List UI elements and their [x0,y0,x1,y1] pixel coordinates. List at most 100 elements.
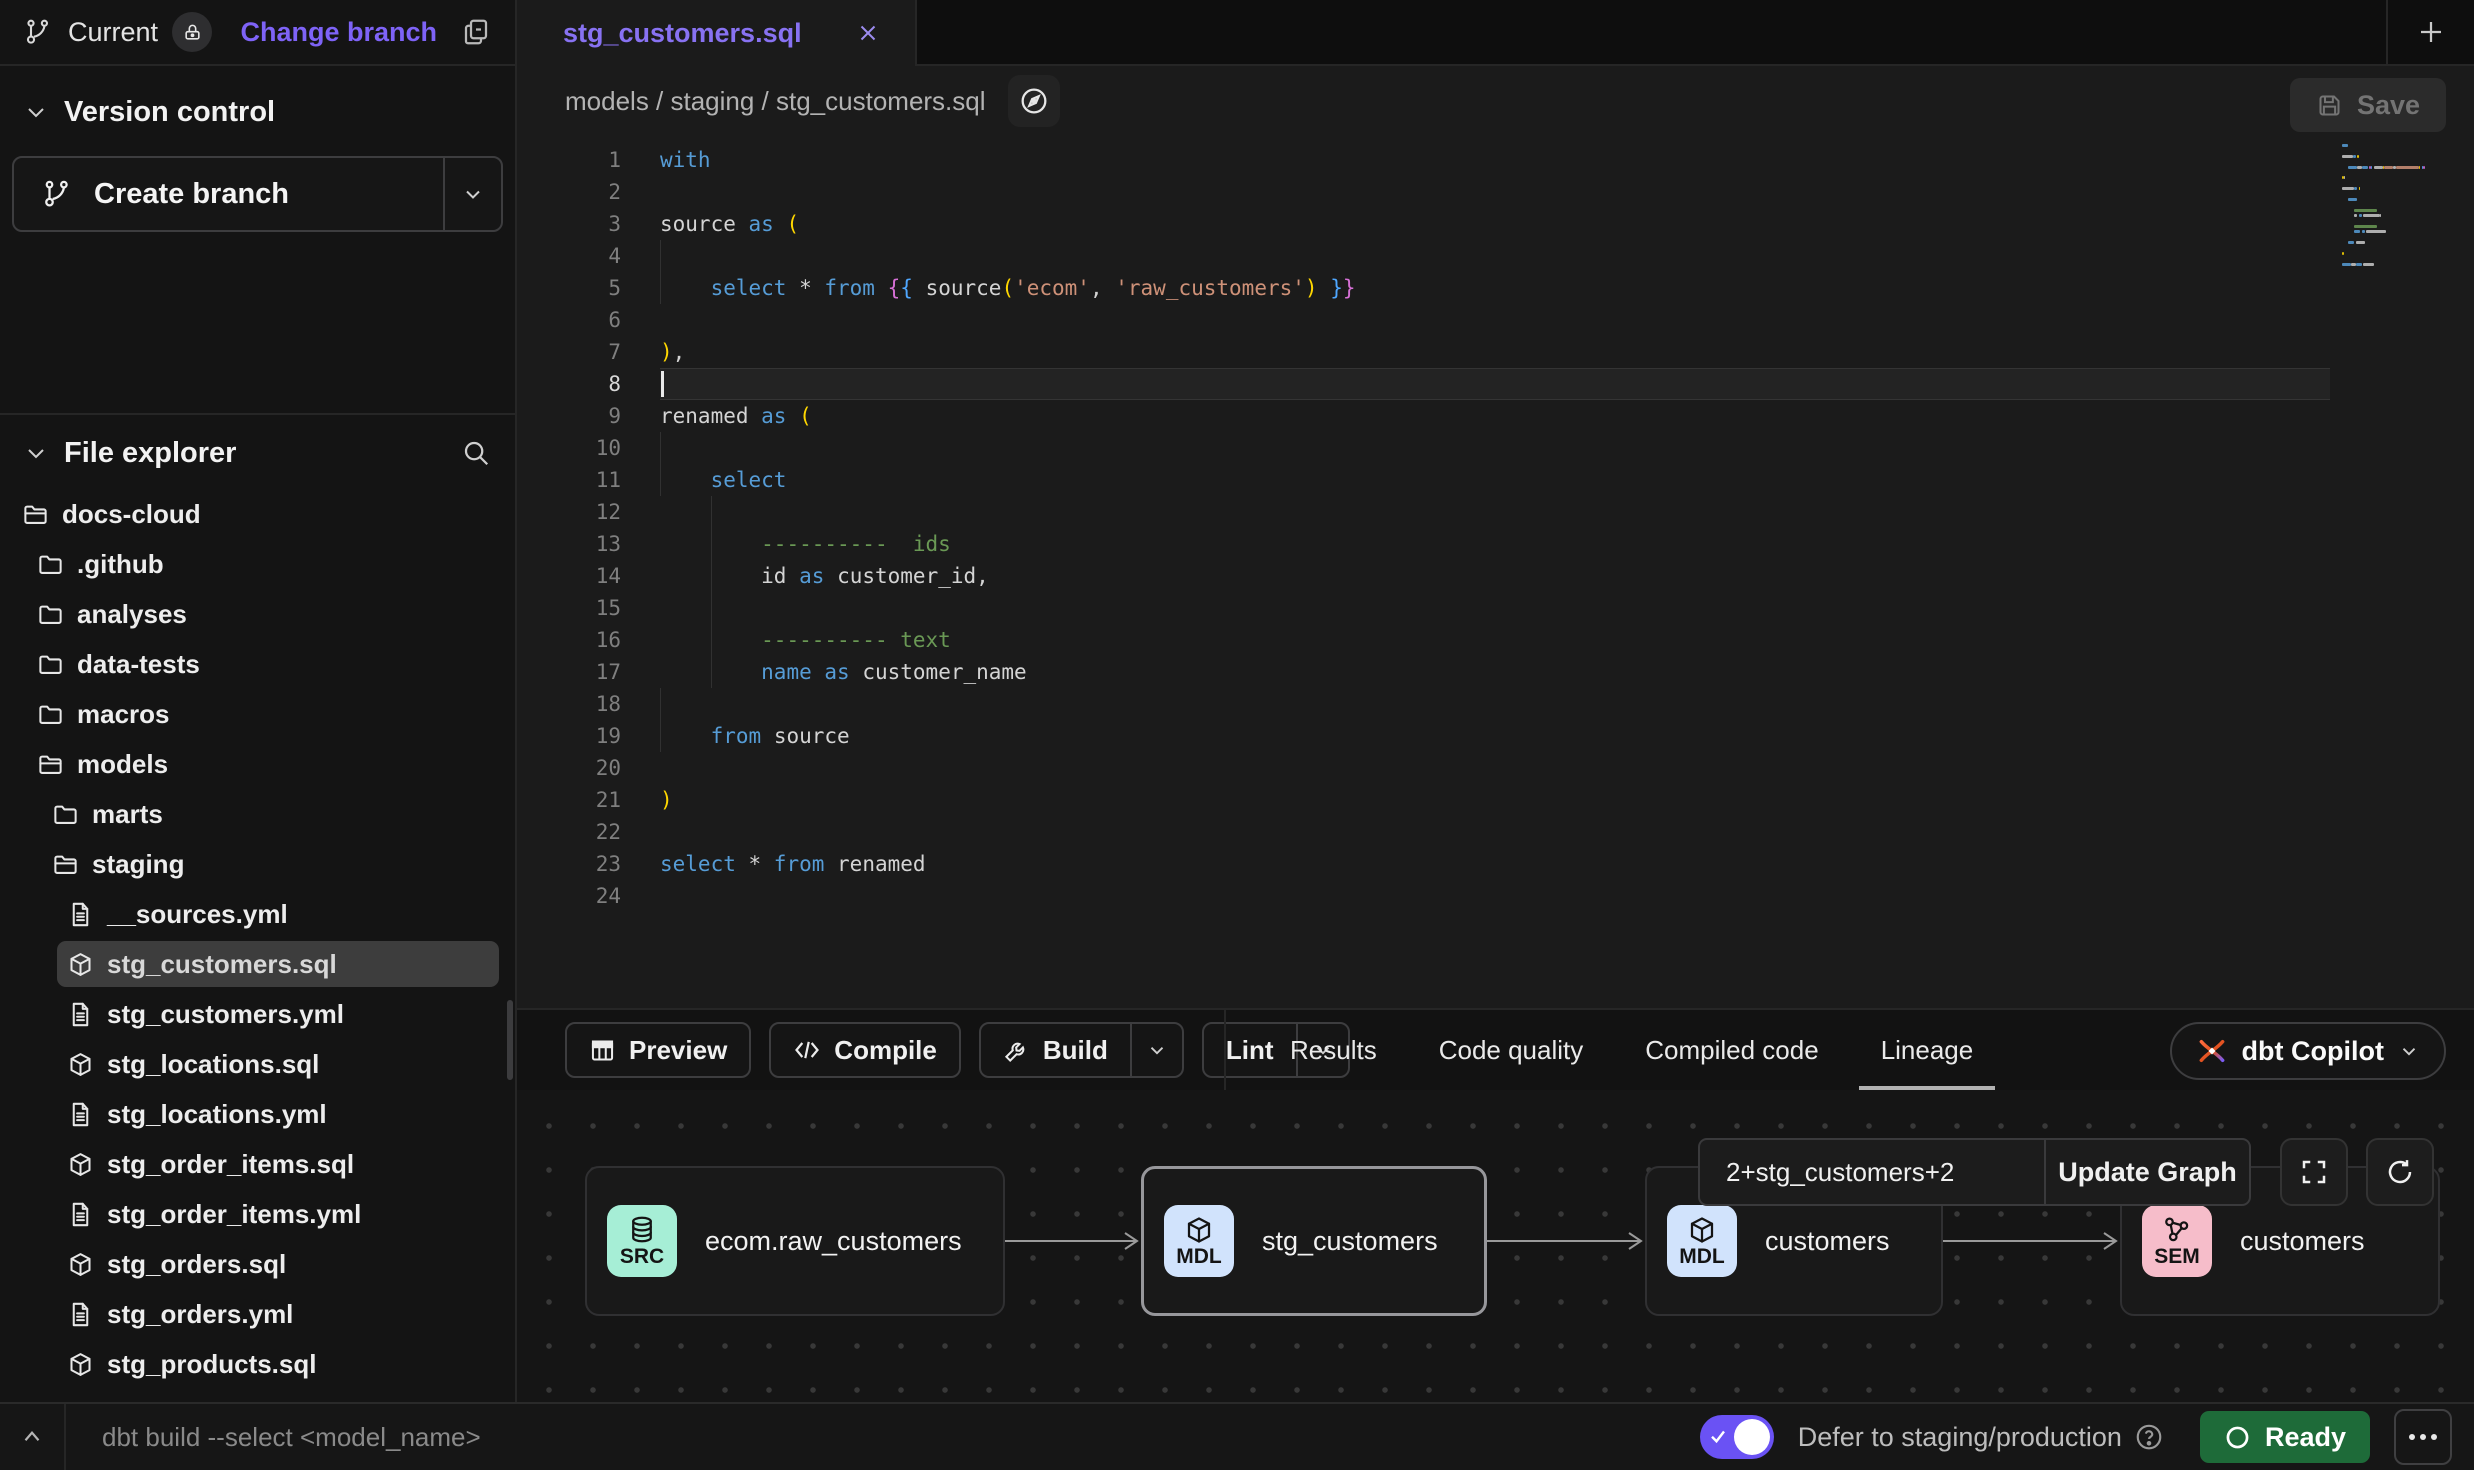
update-graph-button[interactable]: Update Graph [2044,1140,2249,1204]
branch-readonly-lock-icon [172,12,212,52]
panel-tab-code-quality[interactable]: Code quality [1439,1010,1584,1090]
code-line-16[interactable]: 16 ---------- text [517,624,2474,656]
lineage-node-ecom-raw-customers[interactable]: SRCecom.raw_customers [585,1166,1005,1316]
file-explorer-section-header[interactable]: File explorer [0,431,515,475]
folder-open-icon [52,851,79,878]
code-line-22[interactable]: 22 [517,816,2474,848]
code-line-6[interactable]: 6 [517,304,2474,336]
doc-icon [67,1301,94,1328]
code-line-13[interactable]: 13 ---------- ids [517,528,2474,560]
file-tree-item--github[interactable]: .github [0,539,515,589]
code-line-18[interactable]: 18 [517,688,2474,720]
help-icon[interactable] [2134,1422,2164,1452]
folder-icon [37,601,64,628]
lint-button[interactable]: Lint [1204,1024,1296,1076]
chevron-up-icon [19,1424,45,1450]
new-tab-button[interactable] [2386,0,2474,66]
lineage-fullscreen-button[interactable] [2280,1138,2348,1206]
code-line-23[interactable]: 23select * from renamed [517,848,2474,880]
file-tree-item-stg-order-items-sql[interactable]: stg_order_items.sql [0,1139,515,1189]
version-control-section-header[interactable]: Version control [0,90,515,134]
copy-icon[interactable] [461,17,491,47]
lineage-selector-input[interactable]: 2+stg_customers+2 [1700,1140,2044,1204]
panel-tab-results[interactable]: Results [1290,1010,1377,1090]
preview-button[interactable]: Preview [565,1022,751,1078]
editor-minimap[interactable] [2338,142,2450,292]
code-line-12[interactable]: 12 [517,496,2474,528]
search-icon[interactable] [461,438,491,468]
file-tree-item-docs-cloud[interactable]: docs-cloud [0,489,515,539]
panel-tab-lineage[interactable]: Lineage [1881,1010,1974,1090]
docs-compass-button[interactable] [1008,75,1060,127]
file-tree-item-analyses[interactable]: analyses [0,589,515,639]
code-line-4[interactable]: 4 [517,240,2474,272]
code-line-14[interactable]: 14 id as customer_id, [517,560,2474,592]
file-tree-item-stg-products-sql[interactable]: stg_products.sql [0,1339,515,1389]
build-split-button: Build [979,1022,1184,1078]
file-tree-item-stg-orders-sql[interactable]: stg_orders.sql [0,1239,515,1289]
file-tree-item-stg-orders-yml[interactable]: stg_orders.yml [0,1289,515,1339]
lineage-node-stg-customers[interactable]: MDLstg_customers [1141,1166,1487,1316]
breadcrumb-bar: models / staging / stg_customers.sql Sav… [517,66,2474,136]
code-line-10[interactable]: 10 [517,432,2474,464]
file-explorer-scrollbar[interactable] [507,1000,513,1080]
dbt-copilot-button[interactable]: dbt Copilot [2170,1022,2446,1080]
ready-label: Ready [2265,1422,2346,1453]
preview-label: Preview [629,1035,727,1066]
code-line-8[interactable]: 8 [517,368,2474,400]
build-button[interactable]: Build [981,1024,1130,1076]
code-line-9[interactable]: 9renamed as ( [517,400,2474,432]
code-line-2[interactable]: 2 [517,176,2474,208]
ide-status-button[interactable]: Ready [2200,1411,2370,1463]
panel-tab-compiled-code[interactable]: Compiled code [1645,1010,1818,1090]
file-tree-item-staging[interactable]: staging [0,839,515,889]
tab-bar-empty-space [917,0,2386,66]
breadcrumb: models / staging / stg_customers.sql [565,86,986,117]
lineage-refresh-button[interactable] [2366,1138,2434,1206]
chevron-down-icon [1146,1039,1168,1061]
doc-icon [67,1101,94,1128]
file-tree-item-stg-order-items-yml[interactable]: stg_order_items.yml [0,1189,515,1239]
file-tree-item-models[interactable]: models [0,739,515,789]
close-icon[interactable] [855,20,881,46]
code-line-24[interactable]: 24 [517,880,2474,912]
build-dropdown[interactable] [1130,1024,1182,1076]
compile-button[interactable]: Compile [769,1022,961,1078]
file-tree-item--sources-yml[interactable]: __sources.yml [0,889,515,939]
more-options-button[interactable] [2394,1409,2452,1465]
file-tree-item-stg-customers-yml[interactable]: stg_customers.yml [0,989,515,1039]
doc-icon [67,1201,94,1228]
code-line-21[interactable]: 21) [517,784,2474,816]
code-line-17[interactable]: 17 name as customer_name [517,656,2474,688]
doc-icon [67,901,94,928]
code-line-3[interactable]: 3source as ( [517,208,2474,240]
code-line-1[interactable]: 1with [517,144,2474,176]
tab-stg-customers-sql[interactable]: stg_customers.sql [517,0,917,66]
create-branch-button[interactable]: Create branch [14,158,443,230]
command-input[interactable]: dbt build --select <model_name> [102,1422,1700,1453]
semantic-icon: SEM [2142,1205,2212,1277]
file-tree-item-stg-customers-sql[interactable]: stg_customers.sql [0,939,515,989]
code-line-20[interactable]: 20 [517,752,2474,784]
file-tree-item-data-tests[interactable]: data-tests [0,639,515,689]
defer-toggle[interactable] [1700,1415,1774,1459]
file-tree-item-macros[interactable]: macros [0,689,515,739]
code-line-15[interactable]: 15 [517,592,2474,624]
code-line-19[interactable]: 19 from source [517,720,2474,752]
lineage-canvas[interactable]: 2+stg_customers+2 Update Graph SRCecom.r… [517,1090,2474,1402]
panel-tabs: Results Code quality Compiled code Lineage [1290,1010,1973,1090]
code-line-11[interactable]: 11 select [517,464,2474,496]
file-tree-item-stg-locations-yml[interactable]: stg_locations.yml [0,1089,515,1139]
code-editor[interactable]: 1with23source as (45 select * from {{ so… [517,136,2474,1008]
create-branch-dropdown[interactable] [443,158,501,230]
code-line-7[interactable]: 7), [517,336,2474,368]
file-explorer-section: File explorer docs-cloud.githubanalysesd… [0,413,515,1402]
change-branch-link[interactable]: Change branch [240,17,437,48]
cube-icon [67,951,94,978]
dbt-cloud-ide: Current Change branch Version control Cr… [0,0,2474,1470]
command-bar-expand-button[interactable] [0,1424,64,1450]
code-line-5[interactable]: 5 select * from {{ source('ecom', 'raw_c… [517,272,2474,304]
file-tree-item-stg-locations-sql[interactable]: stg_locations.sql [0,1039,515,1089]
save-button[interactable]: Save [2290,78,2446,132]
file-tree-item-marts[interactable]: marts [0,789,515,839]
